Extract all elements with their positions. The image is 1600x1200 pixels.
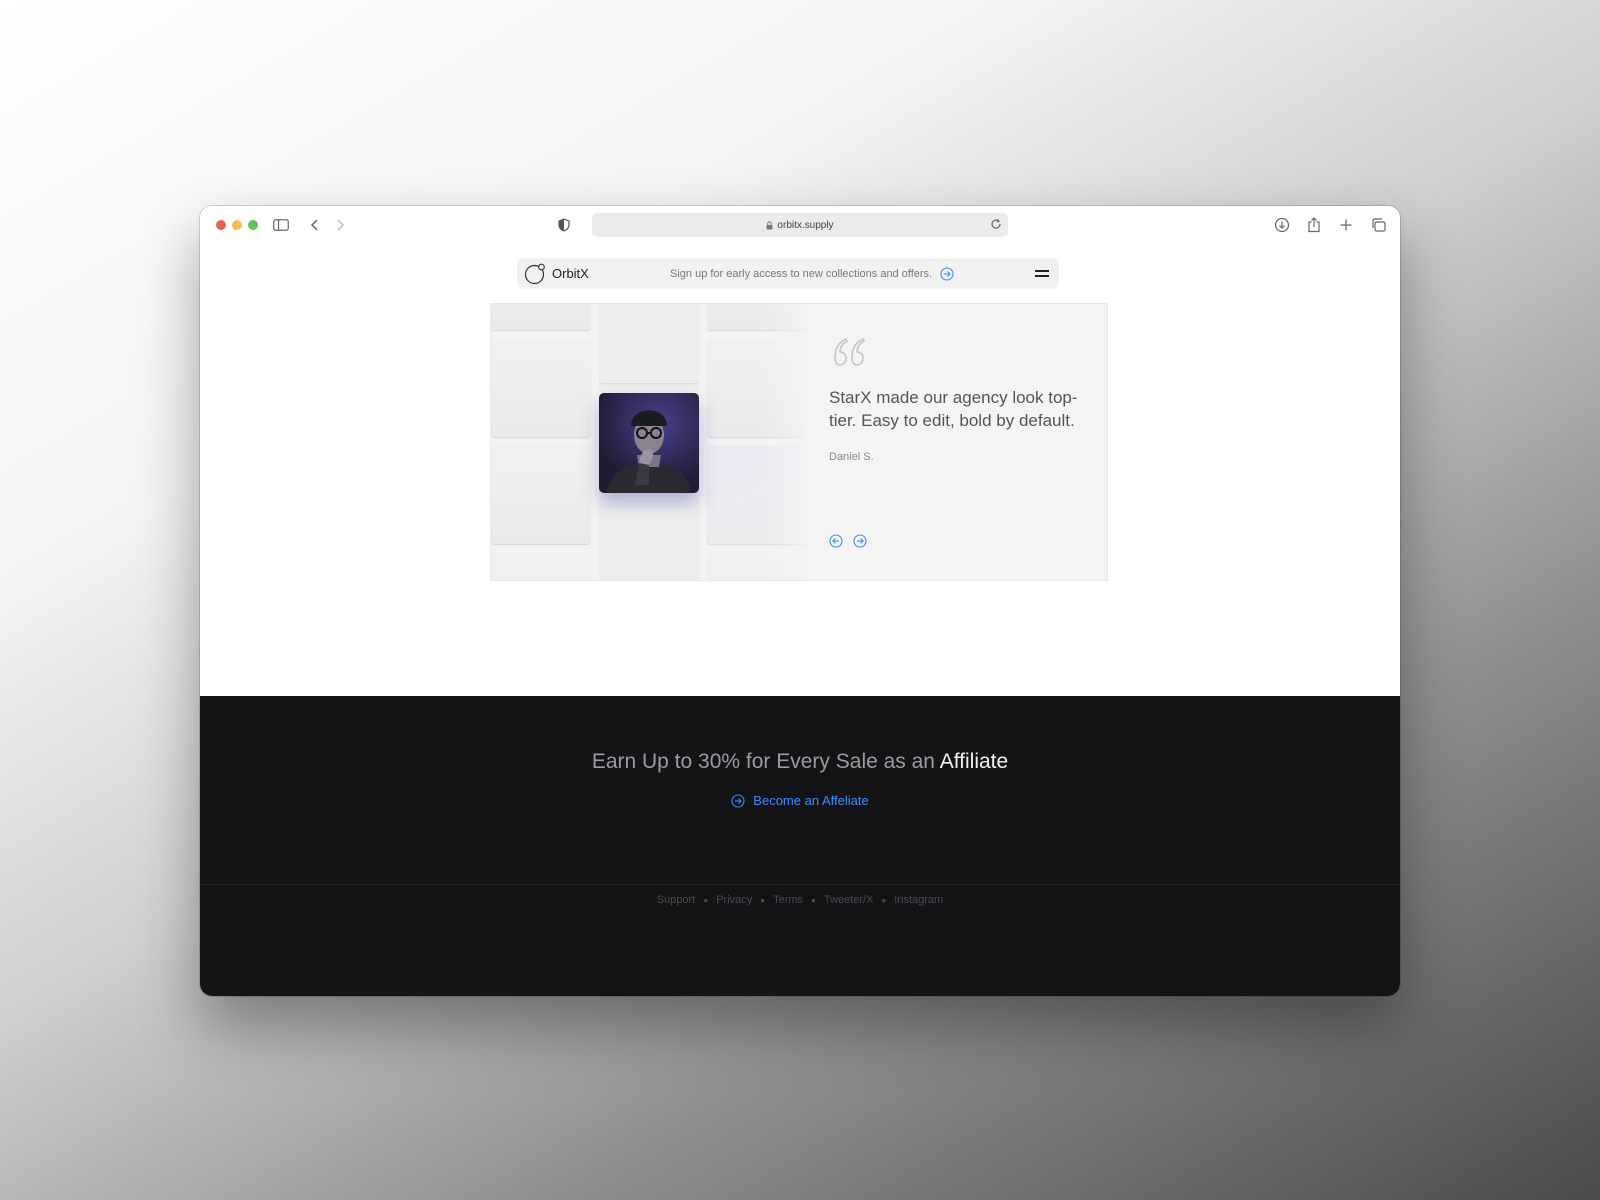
footer-link-support[interactable]: Support — [657, 894, 696, 906]
arrow-right-circle-icon[interactable] — [853, 534, 867, 548]
affiliate-heading-prefix: Earn Up to 30% for Every Sale as an — [591, 750, 935, 773]
testimonial-author: Daniel S. — [829, 451, 874, 463]
arrow-right-circle-icon — [731, 793, 745, 808]
share-icon[interactable] — [1303, 214, 1325, 236]
promo-text: Sign up for early access to new collecti… — [670, 267, 933, 280]
zoom-window-button[interactable] — [248, 220, 258, 230]
grid-tile — [491, 304, 591, 331]
brand-name: OrbitX — [552, 266, 589, 281]
footer-link-instagram[interactable]: Instagram — [894, 894, 943, 906]
become-affiliate-label: Become an Affeliate — [753, 793, 869, 808]
close-window-button[interactable] — [216, 220, 226, 230]
tile-column-left — [491, 304, 591, 580]
customer-avatar — [599, 393, 699, 493]
forward-icon[interactable] — [329, 214, 351, 236]
back-icon[interactable] — [304, 214, 326, 236]
plus-icon[interactable] — [1335, 214, 1357, 236]
quote-icon — [829, 336, 869, 370]
footer-link-terms[interactable]: Terms — [773, 894, 803, 906]
affiliate-heading: Earn Up to 30% for Every Sale as an Affi… — [200, 750, 1400, 774]
footer-links: Support ● Privacy ● Terms ● Tweeter/X ● … — [656, 894, 944, 906]
sidebar-icon[interactable] — [270, 214, 292, 236]
grid-tile — [491, 445, 591, 545]
promo-banner[interactable]: Sign up for early access to new collecti… — [670, 258, 954, 289]
address-bar[interactable]: orbitx.supply — [592, 213, 1008, 237]
affiliate-section: Earn Up to 30% for Every Sale as an Affi… — [200, 696, 1400, 996]
testimonial-card: StarX made our agency look top-tier. Eas… — [490, 303, 1108, 581]
grid-tile — [491, 552, 591, 580]
carousel-controls — [829, 534, 877, 548]
url-text: orbitx.supply — [777, 219, 834, 231]
browser-toolbar: orbitx.supply — [200, 206, 1400, 244]
download-icon[interactable] — [1271, 214, 1293, 236]
footer-divider — [200, 884, 1400, 885]
brand-logo[interactable]: OrbitX — [524, 263, 589, 285]
browser-window: orbitx.supply OrbitX Sign up for early a… — [200, 206, 1400, 996]
lock-icon — [766, 220, 773, 230]
grid-tile — [491, 338, 591, 438]
tabs-icon[interactable] — [1367, 214, 1389, 236]
site-header: OrbitX Sign up for early access to new c… — [517, 258, 1059, 289]
grid-tile — [599, 500, 699, 580]
arrow-right-circle-icon[interactable] — [940, 266, 954, 281]
minimize-window-button[interactable] — [232, 220, 242, 230]
grid-tile — [599, 304, 699, 384]
footer-link-twitter[interactable]: Tweeter/X — [824, 894, 874, 906]
affiliate-heading-highlight: Affiliate — [939, 750, 1009, 773]
footer-link-privacy[interactable]: Privacy — [716, 894, 752, 906]
web-page: OrbitX Sign up for early access to new c… — [200, 244, 1400, 996]
reload-icon[interactable] — [990, 218, 1002, 233]
arrow-left-circle-icon[interactable] — [829, 534, 843, 548]
become-affiliate-link[interactable]: Become an Affeliate — [200, 793, 1400, 808]
testimonial-quote: StarX made our agency look top-tier. Eas… — [829, 388, 1078, 430]
menu-icon[interactable] — [1035, 267, 1049, 279]
orbit-logo-icon — [524, 263, 546, 285]
shield-icon[interactable] — [553, 214, 575, 236]
